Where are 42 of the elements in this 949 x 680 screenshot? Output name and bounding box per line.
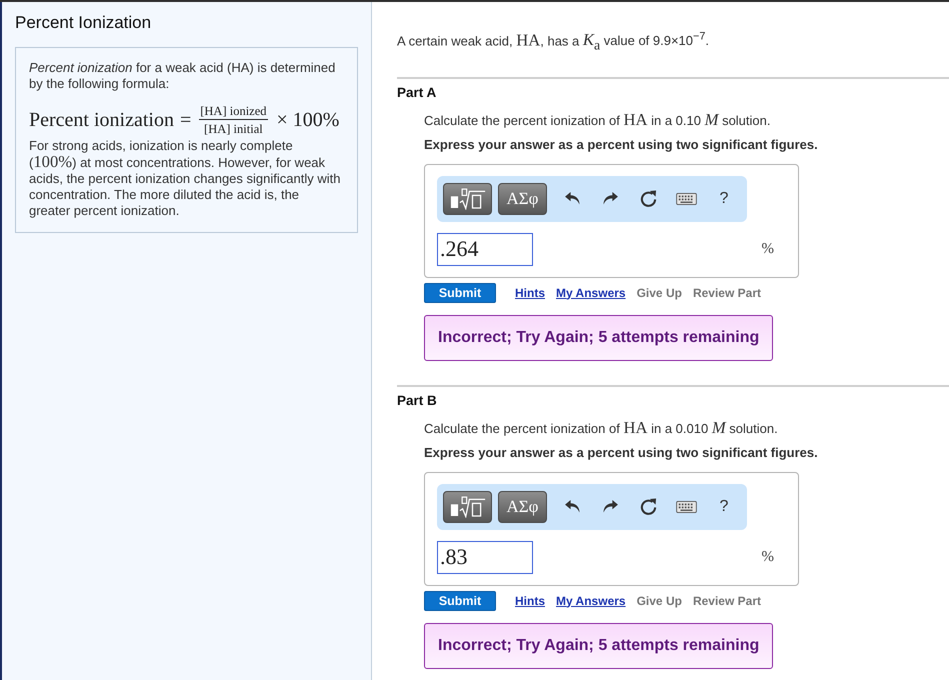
submit-button[interactable]: Submit [424, 282, 496, 303]
info-intro-text: Percent ionization for a weak acid (HA) is determined by the following formula: [29, 60, 336, 92]
feedback-message: Incorrect; Try Again; 5 attempts remaining [424, 314, 774, 361]
sidebar-title: Percent Ionization [14, 12, 152, 33]
keyboard-icon [676, 192, 696, 205]
answer-field[interactable]: .264 [437, 232, 533, 266]
templates-button[interactable] [443, 490, 492, 523]
link[interactable]: Hints [515, 594, 545, 608]
redo-icon [602, 192, 618, 206]
undo-icon [564, 500, 580, 514]
feedback-message: Incorrect; Try Again; 5 attempts remaining [424, 622, 774, 669]
help-button[interactable]: ? [705, 182, 743, 215]
reset-icon [640, 190, 656, 208]
action-link[interactable]: Review Part [692, 594, 761, 608]
root-template-icon [450, 188, 486, 210]
link[interactable]: Hints [515, 286, 545, 300]
part-heading: Part A [397, 84, 438, 102]
action-link[interactable]: Review Part [692, 286, 761, 300]
part-heading: Part B [397, 392, 438, 410]
undo-icon [564, 192, 580, 206]
link[interactable]: My Answers [556, 286, 626, 300]
instruction-text: Express your answer as a percent using two significant figures. [424, 444, 819, 462]
answer-field[interactable]: .83 [437, 540, 533, 574]
action-link[interactable]: Give Up [636, 286, 682, 300]
reset-icon [640, 498, 656, 516]
unit-label: % [762, 240, 774, 258]
keyboard-icon [676, 500, 696, 513]
redo-icon [602, 500, 618, 514]
unit-label: % [762, 548, 774, 566]
greek-symbols-button[interactable]: ΑΣφ [498, 182, 547, 215]
question-text: Calculate the percent ionization of HA in a 0.010 M solution. [424, 420, 779, 438]
submit-button[interactable]: Submit [424, 590, 496, 611]
problem-statement: A certain weak acid, HA, has a K$_{a}$ value of 9.9×10$^{−7}$. [397, 29, 710, 53]
root-template-icon [450, 496, 486, 518]
question-text: Calculate the percent ionization of HA in a 0.10 M solution. [424, 112, 772, 130]
greek-symbols-button[interactable]: ΑΣφ [498, 490, 547, 523]
help-button[interactable]: ? [705, 490, 743, 523]
action-link[interactable]: Give Up [636, 594, 682, 608]
info-paragraph: For strong acids, ionization is nearly complete (100%) at most concentrations. However, for weak acids, the percent ionization changes significantly with concentration. The more diluted the acid is, the greater percent ionization. [29, 138, 342, 219]
instruction-text: Express your answer as a percent using two significant figures. [424, 136, 819, 154]
templates-button[interactable] [443, 182, 492, 215]
link[interactable]: My Answers [556, 594, 626, 608]
